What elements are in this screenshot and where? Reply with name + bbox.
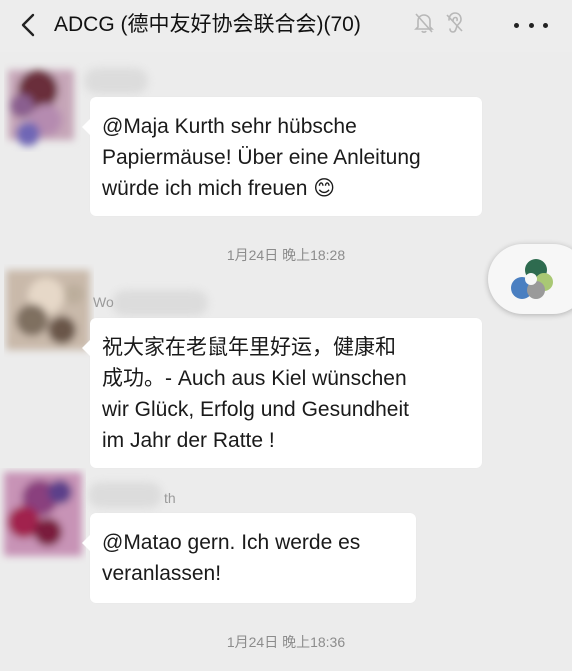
message-line: @Matao gern. Ich werde es bbox=[102, 531, 361, 554]
mute-icon bbox=[414, 13, 434, 33]
message-line: 祝大家在老鼠年里好运，健康和 bbox=[102, 336, 396, 359]
message-line: @Maja Kurth sehr hübsche bbox=[102, 115, 357, 138]
message-bubble[interactable]: @Maja Kurth sehr hübsche Papiermäuse! Üb… bbox=[82, 97, 482, 216]
chat-title: ADCG (德中友好协会联合会)(70) bbox=[54, 13, 361, 36]
sender-name-blurred bbox=[112, 290, 208, 316]
chat-screen: ADCG (德中友好协会联合会)(70) @Maja Kurth sehr hü… bbox=[0, 0, 572, 671]
message-bubble[interactable]: 祝大家在老鼠年里好运，健康和 成功。- Auch aus Kiel wünsch… bbox=[82, 318, 482, 468]
floating-mini-program-button[interactable] bbox=[488, 244, 572, 314]
ear-icon bbox=[446, 12, 463, 33]
message-line: im Jahr der Ratte ! bbox=[102, 429, 275, 452]
sender-name-blurred bbox=[84, 68, 148, 94]
sender-name: Wo bbox=[93, 294, 114, 310]
message-bubble[interactable]: @Matao gern. Ich werde es veranlassen! bbox=[82, 513, 416, 603]
message-line: 成功。- Auch aus Kiel wünschen bbox=[102, 367, 407, 390]
message-line: wir Glück, Erfolg und Gesundheit bbox=[102, 398, 409, 421]
sender-name: th bbox=[164, 490, 176, 506]
chat-header: ADCG (德中友好协会联合会)(70) bbox=[0, 0, 572, 52]
timestamp: 1月24日 晚上18:28 bbox=[226, 247, 346, 263]
avatar[interactable] bbox=[4, 264, 90, 350]
avatar[interactable] bbox=[4, 62, 74, 146]
timestamp: 1月24日 晚上18:36 bbox=[226, 634, 346, 650]
message-line: veranlassen! bbox=[102, 562, 222, 585]
sender-name-blurred bbox=[88, 482, 162, 508]
message-line: Papiermäuse! Über eine Anleitung bbox=[102, 146, 421, 169]
back-icon[interactable] bbox=[14, 10, 44, 40]
avatar[interactable] bbox=[0, 468, 82, 556]
more-icon[interactable] bbox=[514, 10, 548, 40]
message-line: würde ich mich freuen 😊 bbox=[102, 177, 336, 200]
mini-program-logo-icon bbox=[511, 259, 553, 299]
